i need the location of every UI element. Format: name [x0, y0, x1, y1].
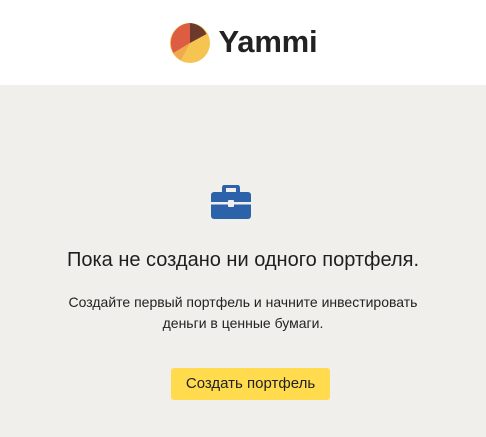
create-portfolio-button[interactable]: Создать портфель	[171, 368, 330, 400]
briefcase-icon	[211, 185, 251, 219]
app-header: Yammi	[0, 0, 486, 85]
yammi-logo-icon	[169, 22, 210, 63]
brand: Yammi	[169, 22, 318, 64]
empty-state-description: Создайте первый портфель и начните инвес…	[0, 292, 486, 334]
empty-state-description-line-1: Создайте первый портфель и начните инвес…	[68, 294, 418, 310]
empty-state-title: Пока не создано ни одного портфеля.	[66, 249, 420, 271]
brand-name: Yammi	[218, 24, 318, 59]
empty-state-description-line-2: деньги в ценные бумаги.	[162, 315, 324, 331]
empty-portfolio-state: Пока не создано ни одного портфеля. Созд…	[0, 85, 486, 437]
